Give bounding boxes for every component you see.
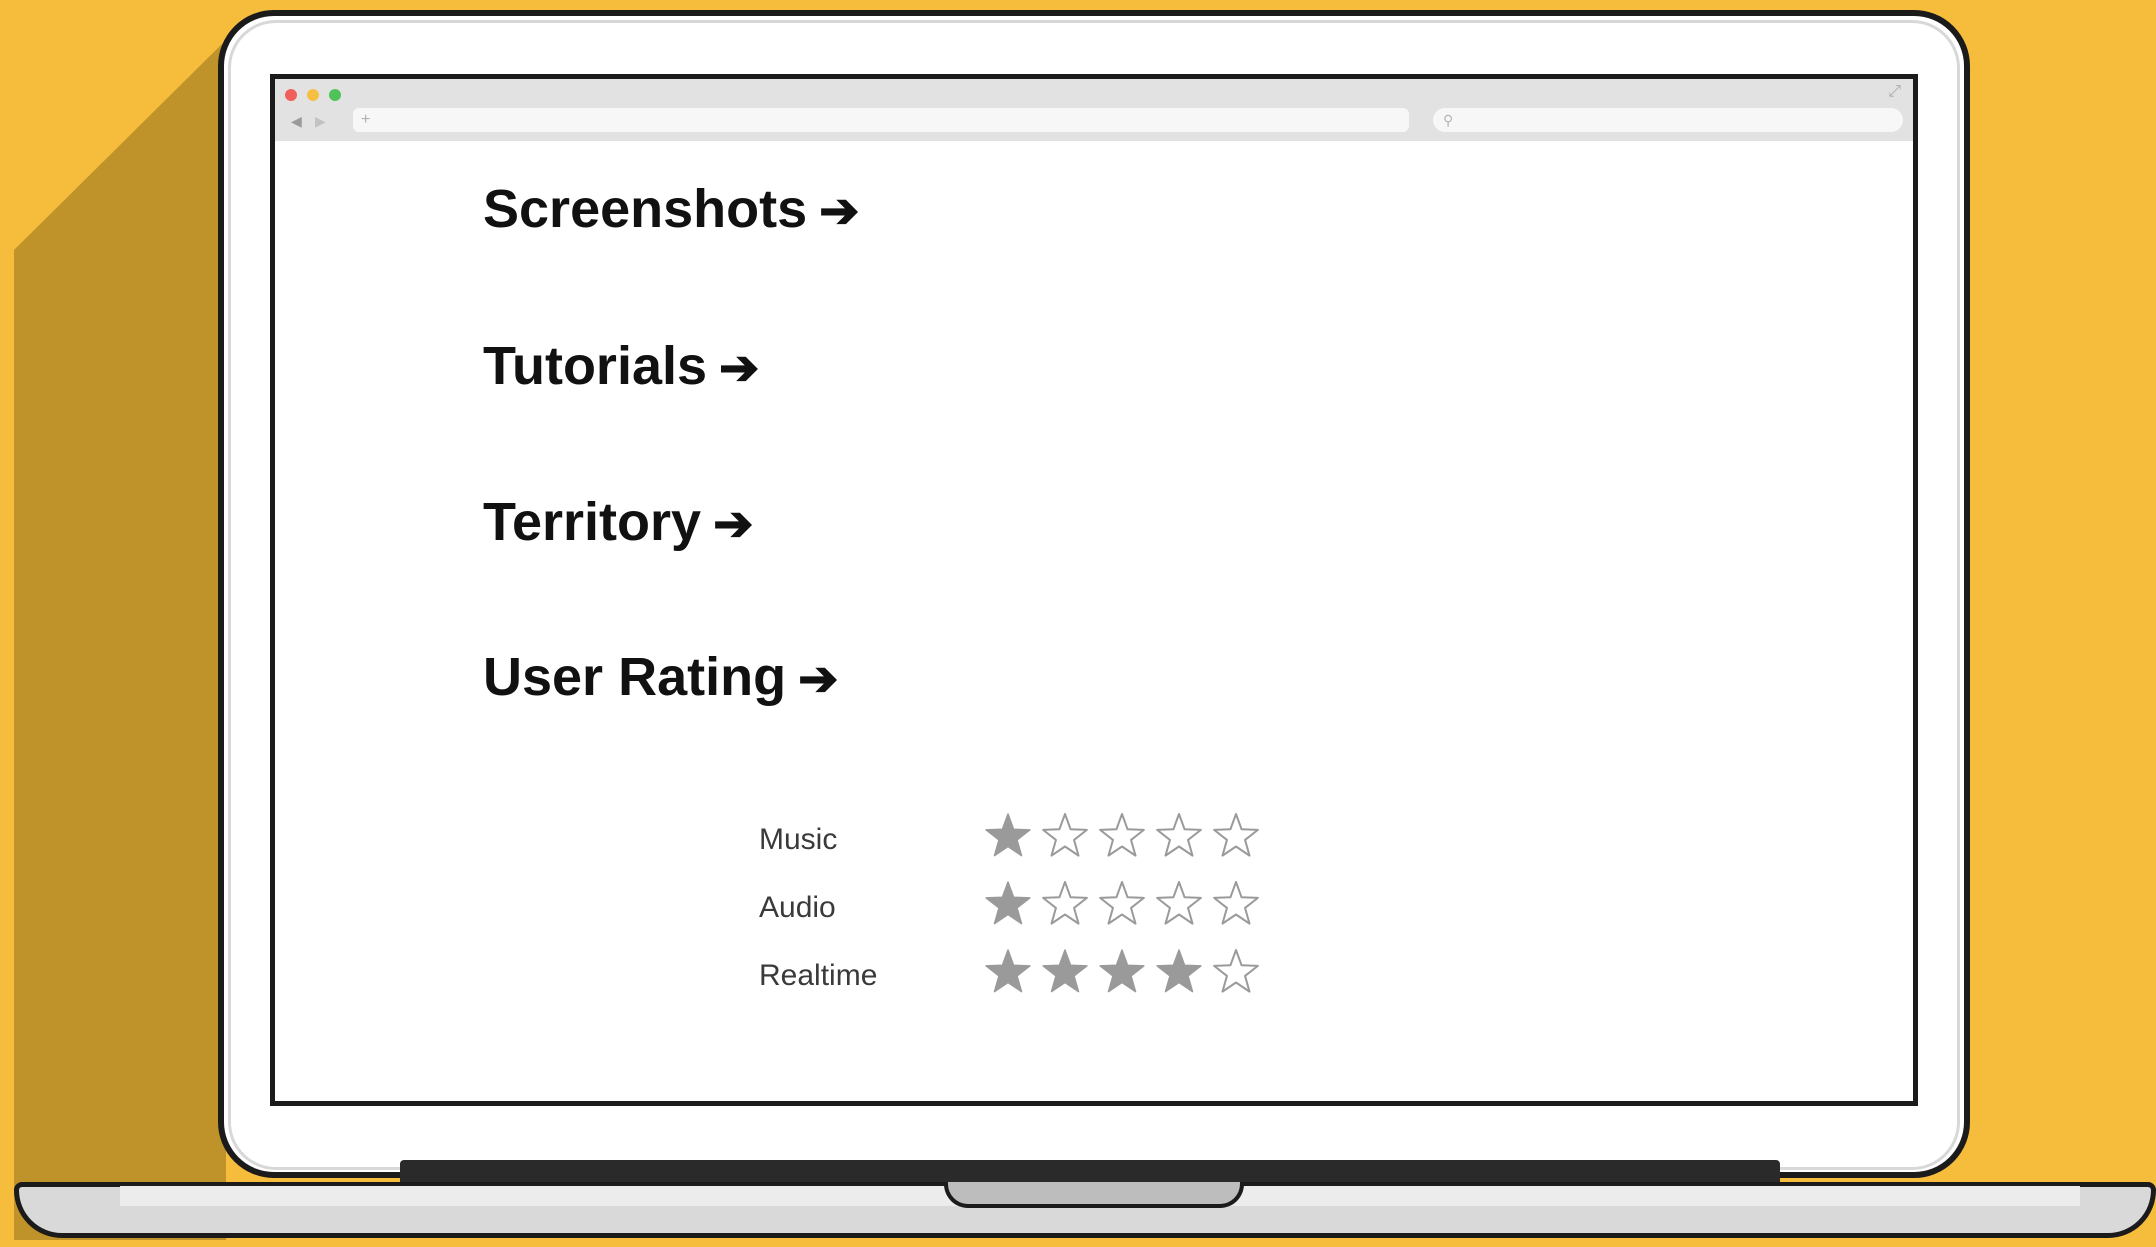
user-rating-label: User Rating	[483, 647, 787, 707]
star-empty-icon[interactable]	[1097, 811, 1147, 861]
laptop-hinge	[400, 1160, 1780, 1184]
star-filled-icon[interactable]	[1040, 947, 1090, 997]
arrow-right-icon: ➔	[819, 185, 860, 238]
star-empty-icon[interactable]	[1154, 879, 1204, 929]
arrow-right-icon: ➔	[798, 653, 839, 706]
address-bar[interactable]: +	[353, 108, 1409, 132]
tutorials-link[interactable]: Tutorials ➔	[483, 334, 759, 401]
screenshots-link[interactable]: Screenshots ➔	[483, 177, 859, 244]
star-empty-icon[interactable]	[1040, 811, 1090, 861]
maximize-window-button[interactable]	[329, 89, 341, 101]
star-filled-icon[interactable]	[1097, 947, 1147, 997]
forward-arrow-icon[interactable]: ▶	[315, 113, 326, 129]
browser-toolbar: ◀ ▶ + ⚲ ⤢	[275, 79, 1913, 141]
rating-label: Audio	[759, 891, 836, 924]
tutorials-label: Tutorials	[483, 336, 708, 396]
rating-label: Music	[759, 823, 838, 856]
arrow-right-icon: ➔	[713, 498, 754, 551]
star-empty-icon[interactable]	[1097, 879, 1147, 929]
screenshots-label: Screenshots	[483, 179, 808, 239]
star-empty-icon[interactable]	[1211, 811, 1261, 861]
user-rating-link[interactable]: User Rating ➔	[483, 645, 838, 712]
browser-window: ◀ ▶ + ⚲ ⤢ Screenshots ➔ Tutorials ➔ Territ…	[270, 74, 1918, 1106]
search-icon: ⚲	[1443, 112, 1454, 128]
star-filled-icon[interactable]	[983, 811, 1033, 861]
star-empty-icon[interactable]	[1154, 811, 1204, 861]
star-filled-icon[interactable]	[1154, 947, 1204, 997]
rating-label: Realtime	[759, 959, 878, 992]
star-filled-icon[interactable]	[983, 947, 1033, 997]
new-tab-icon[interactable]: +	[361, 110, 370, 130]
close-window-button[interactable]	[285, 89, 297, 101]
territory-label: Territory	[483, 492, 702, 552]
minimize-window-button[interactable]	[307, 89, 319, 101]
territory-link[interactable]: Territory ➔	[483, 490, 753, 557]
star-empty-icon[interactable]	[1040, 879, 1090, 929]
fullscreen-icon[interactable]: ⤢	[1888, 83, 1901, 101]
back-arrow-icon[interactable]: ◀	[291, 113, 302, 129]
arrow-right-icon: ➔	[719, 342, 760, 395]
search-input[interactable]: ⚲	[1433, 108, 1903, 132]
star-empty-icon[interactable]	[1211, 947, 1261, 997]
star-empty-icon[interactable]	[1211, 879, 1261, 929]
laptop-notch	[944, 1182, 1244, 1208]
star-filled-icon[interactable]	[983, 879, 1033, 929]
